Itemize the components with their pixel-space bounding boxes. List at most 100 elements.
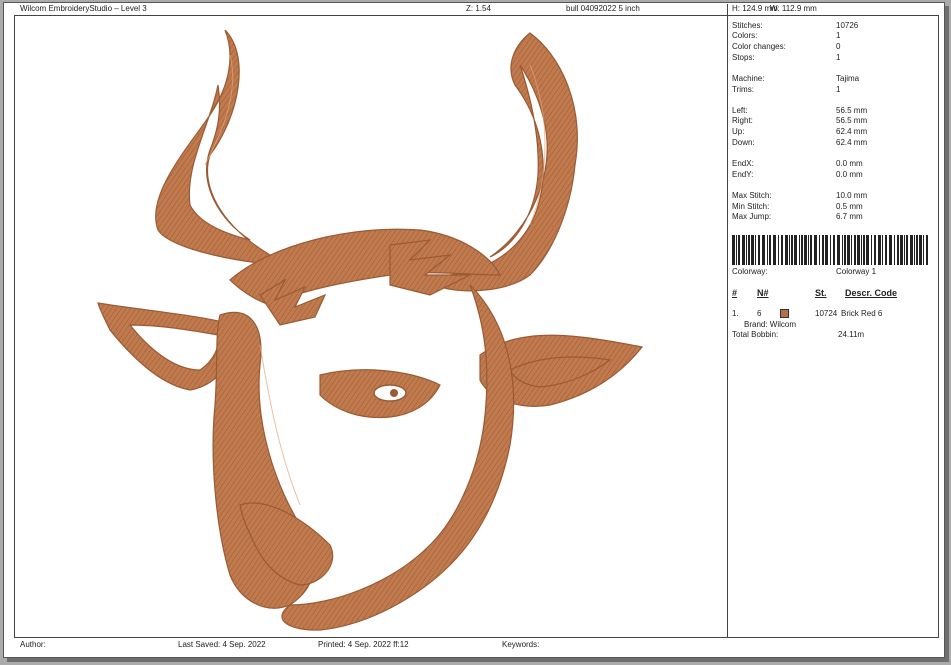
barcode-bar [755, 235, 756, 265]
stat-value: 62.4 mm [836, 127, 868, 136]
frame-left [14, 15, 15, 638]
barcode-bar [748, 235, 750, 265]
barcode-bar [736, 235, 737, 265]
frame-right [938, 15, 939, 638]
footer-author: Author: [20, 640, 46, 649]
barcode-bar [878, 235, 881, 265]
bull-head-embroidery-icon [97, 29, 644, 631]
barcode-bar [767, 235, 768, 265]
stat-label: Stitches: [732, 21, 763, 30]
footer-rule [14, 637, 939, 638]
barcode-bar [900, 235, 903, 265]
barcode-bar [808, 235, 809, 265]
footer-keywords: Keywords: [502, 640, 540, 649]
barcode-bar [833, 235, 835, 265]
barcode-bar [861, 235, 862, 265]
barcode-bar [847, 235, 850, 265]
barcode-bar [791, 235, 793, 265]
barcode-bar [773, 235, 776, 265]
stat-value: 10.0 mm [836, 191, 868, 200]
barcode-bar [844, 235, 846, 265]
barcode-bar [857, 235, 860, 265]
barcode-bar [871, 235, 872, 265]
stat-label: EndX: [732, 159, 754, 168]
page-shadow-bottom [7, 658, 949, 662]
info-panel-divider [727, 4, 728, 638]
stat-value: 1 [836, 85, 841, 94]
barcode-bar [906, 235, 908, 265]
barcode-bar [842, 235, 843, 265]
col-header-num: # [732, 288, 738, 298]
barcode-bar [814, 235, 817, 265]
colorway-value: Colorway 1 [836, 267, 877, 276]
row-brand: Brand: Wilcom [744, 320, 797, 329]
colorway-label: Colorway: [732, 267, 768, 276]
barcode-icon [732, 235, 928, 265]
stat-label: EndY: [732, 170, 754, 179]
barcode-bar [914, 235, 915, 265]
barcode-bar [894, 235, 895, 265]
stat-value: 0.0 mm [836, 159, 863, 168]
stat-value: 56.5 mm [836, 116, 868, 125]
barcode-bar [874, 235, 876, 265]
row-descr: Brick Red 6 [841, 309, 883, 318]
barcode-bar [854, 235, 856, 265]
barcode-bar [889, 235, 892, 265]
design-width: W: 112.9 mm [770, 4, 817, 13]
stat-label: Min Stitch: [732, 202, 770, 211]
barcode-bar [910, 235, 913, 265]
barcode-bar [751, 235, 754, 265]
barcode-bar [738, 235, 740, 265]
barcode-bar [794, 235, 797, 265]
col-header-stitches: St. [815, 288, 827, 298]
barcode-bar [804, 235, 807, 265]
stat-label: Stops: [732, 53, 755, 62]
barcode-bar [926, 235, 928, 265]
barcode-bar [819, 235, 820, 265]
stat-label: Max Jump: [732, 212, 772, 221]
barcode-bar [904, 235, 905, 265]
col-header-descr-code: Descr. Code [845, 288, 898, 298]
app-title: Wilcom EmbroideryStudio – Level 3 [20, 4, 147, 13]
stat-label: Machine: [732, 74, 765, 83]
barcode-bar [746, 235, 747, 265]
barcode-bar [830, 235, 831, 265]
barcode-bar [885, 235, 887, 265]
footer-printed: Printed: 4 Sep. 2022 ff:12 [318, 640, 409, 649]
stat-label: Trims: [732, 85, 754, 94]
barcode-bar [919, 235, 922, 265]
barcode-bar [799, 235, 800, 265]
stat-value: 1 [836, 31, 841, 40]
barcode-bar [851, 235, 852, 265]
file-name: bull 04092022 5 inch [566, 4, 640, 13]
barcode-bar [822, 235, 824, 265]
col-header-needle: N# [757, 288, 769, 298]
header-rule [14, 15, 939, 16]
barcode-bar [897, 235, 899, 265]
page-shadow-right [945, 6, 949, 660]
stat-value: 0 [836, 42, 841, 51]
stat-label: Right: [732, 116, 753, 125]
barcode-bar [837, 235, 840, 265]
stat-value: 6.7 mm [836, 212, 863, 221]
barcode-bar [810, 235, 812, 265]
stat-value: 0.5 mm [836, 202, 863, 211]
row-stitches: 10724 [815, 309, 838, 318]
stat-label: Max Stitch: [732, 191, 772, 200]
thread-color-swatch [780, 309, 789, 318]
barcode-bar [762, 235, 765, 265]
stat-label: Up: [732, 127, 745, 136]
stat-value: 0.0 mm [836, 170, 863, 179]
barcode-bar [863, 235, 865, 265]
barcode-bar [785, 235, 788, 265]
barcode-bar [758, 235, 760, 265]
barcode-bar [789, 235, 790, 265]
barcode-bar [801, 235, 803, 265]
stat-label: Down: [732, 138, 755, 147]
barcode-bar [742, 235, 745, 265]
zoom-level: Z: 1.54 [466, 4, 491, 13]
barcode-bar [866, 235, 869, 265]
total-bobbin-label: Total Bobbin: [732, 330, 779, 339]
stat-value: 62.4 mm [836, 138, 868, 147]
stat-label: Left: [732, 106, 748, 115]
